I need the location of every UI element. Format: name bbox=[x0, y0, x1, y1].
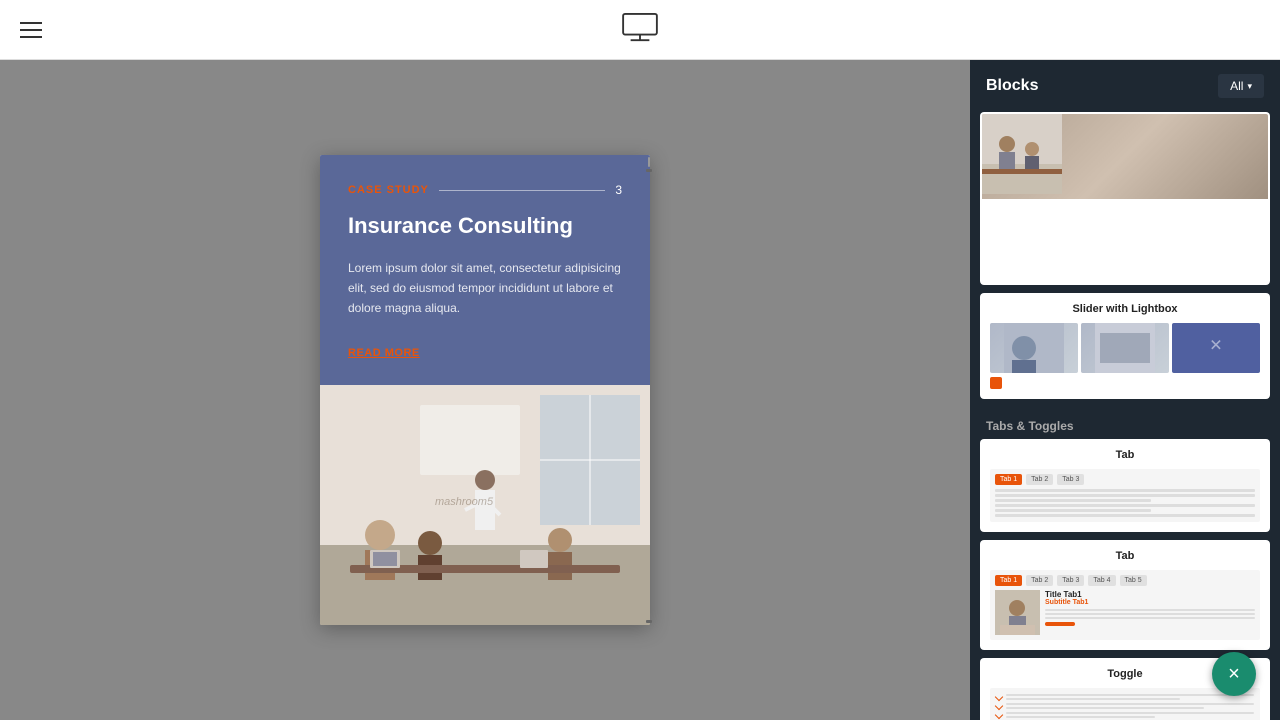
tab2-img bbox=[995, 590, 1040, 635]
people-scene: mashroom5 bbox=[320, 385, 650, 625]
tab1-btn1[interactable]: Tab 1 bbox=[995, 474, 1022, 485]
slider-img-1 bbox=[990, 323, 1078, 373]
tab-line-2 bbox=[995, 494, 1255, 497]
toggle-inner bbox=[990, 688, 1260, 720]
block-card-about-company[interactable]: About Company Lorem ipsum dolor sit amet… bbox=[980, 112, 1270, 285]
toggle-item-3-lines bbox=[1006, 712, 1254, 718]
tab2-btn1[interactable]: Tab 1 bbox=[995, 575, 1022, 586]
monitor-icon bbox=[620, 12, 660, 42]
tab2-item-subtitle: Subtitle Tab1 bbox=[1045, 599, 1255, 606]
block-card-tab1[interactable]: Tab Tab 1 Tab 2 Tab 3 bbox=[980, 439, 1270, 532]
svg-text:✕: ✕ bbox=[1209, 337, 1222, 354]
toggle-item-1-lines bbox=[1006, 694, 1254, 700]
main-layout: CASE STUDY 3 Insurance Consulting Lorem … bbox=[0, 60, 1280, 720]
read-more-link[interactable]: READ MORE bbox=[348, 347, 420, 359]
tab1-title: Tab bbox=[982, 441, 1268, 465]
slider-img-3: ✕ bbox=[1172, 323, 1260, 373]
canvas-area: CASE STUDY 3 Insurance Consulting Lorem … bbox=[0, 60, 970, 720]
tab2-btn5[interactable]: Tab 5 bbox=[1120, 575, 1147, 586]
scene-svg: mashroom5 bbox=[320, 385, 650, 625]
tab1-content bbox=[995, 489, 1255, 517]
slider-dot bbox=[990, 377, 1002, 389]
tab-line-3 bbox=[995, 499, 1151, 502]
tab2-preview: Tab 1 Tab 2 Tab 3 Tab 4 Tab 5 bbox=[982, 566, 1268, 648]
right-panel: Blocks All ▾ bbox=[970, 60, 1280, 720]
about-thumb-svg bbox=[982, 114, 1062, 194]
tab1-inner: Tab 1 Tab 2 Tab 3 bbox=[990, 469, 1260, 522]
block-card-slider[interactable]: Slider with Lightbox bbox=[980, 293, 1270, 399]
toggle-item-2-lines bbox=[1006, 703, 1254, 709]
tab2-btn2[interactable]: Tab 2 bbox=[1026, 575, 1053, 586]
card-body: Lorem ipsum dolor sit amet, consectetur … bbox=[348, 258, 622, 319]
toggle-item-2 bbox=[996, 703, 1254, 709]
tab-line-4 bbox=[995, 504, 1255, 507]
toggle-arrow-icon-2 bbox=[995, 702, 1003, 710]
preview-scrollbar bbox=[646, 155, 652, 625]
toggle-item-3 bbox=[996, 712, 1254, 718]
card-image: mashroom5 bbox=[320, 385, 650, 625]
tab-line-5 bbox=[995, 509, 1151, 512]
block-info-about: About Company Lorem ipsum dolor sit amet… bbox=[1268, 114, 1270, 283]
card-title: Insurance Consulting bbox=[348, 213, 622, 239]
tab-line-1 bbox=[995, 489, 1255, 492]
panel-header: Blocks All ▾ bbox=[970, 60, 1280, 112]
header-logo bbox=[620, 12, 660, 47]
preview-wrapper: CASE STUDY 3 Insurance Consulting Lorem … bbox=[320, 155, 650, 625]
chevron-down-icon: ▾ bbox=[1247, 81, 1252, 92]
tab-line-6 bbox=[995, 514, 1255, 517]
tab2-btn3[interactable]: Tab 3 bbox=[1057, 575, 1084, 586]
filter-label: All bbox=[1230, 79, 1243, 93]
tab1-btn2[interactable]: Tab 2 bbox=[1026, 474, 1053, 485]
panel-title: Blocks bbox=[986, 77, 1038, 95]
panel-content[interactable]: About Company Lorem ipsum dolor sit amet… bbox=[970, 112, 1280, 720]
tab1-nav: Tab 1 Tab 2 Tab 3 bbox=[995, 474, 1255, 485]
toggle-item-1 bbox=[996, 694, 1254, 700]
case-study-number: 3 bbox=[615, 183, 622, 197]
section-label-tabs: Tabs & Toggles bbox=[980, 407, 1270, 439]
slider-img-2 bbox=[1081, 323, 1169, 373]
tab2-btn4[interactable]: Tab 4 bbox=[1088, 575, 1115, 586]
tab2-lines bbox=[1045, 609, 1255, 619]
tab2-content-inner: Title Tab1 Subtitle Tab1 bbox=[995, 590, 1255, 635]
case-study-divider bbox=[439, 190, 605, 191]
slider-preview: ✕ bbox=[982, 319, 1268, 397]
case-study-label: CASE STUDY 3 bbox=[348, 183, 622, 197]
filter-all-button[interactable]: All ▾ bbox=[1218, 74, 1264, 98]
tab2-text: Title Tab1 Subtitle Tab1 bbox=[1045, 590, 1255, 635]
case-study-text: CASE STUDY bbox=[348, 184, 429, 196]
svg-text:mashroom5: mashroom5 bbox=[435, 496, 494, 508]
slider-title: Slider with Lightbox bbox=[982, 295, 1268, 319]
tab2-inner: Tab 1 Tab 2 Tab 3 Tab 4 Tab 5 bbox=[990, 570, 1260, 640]
block-card-tab2[interactable]: Tab Tab 1 Tab 2 Tab 3 Tab 4 Tab 5 bbox=[980, 540, 1270, 650]
tab2-bar bbox=[1045, 622, 1075, 626]
close-fab-button[interactable]: × bbox=[1212, 652, 1256, 696]
hamburger-menu[interactable] bbox=[20, 22, 42, 38]
block-thumbnail-about bbox=[982, 114, 1268, 199]
header bbox=[0, 0, 1280, 60]
tab1-preview: Tab 1 Tab 2 Tab 3 bbox=[982, 465, 1268, 530]
toggle-arrow-icon bbox=[995, 693, 1003, 701]
slider-images: ✕ bbox=[990, 323, 1260, 373]
preview-card: CASE STUDY 3 Insurance Consulting Lorem … bbox=[320, 155, 650, 625]
close-icon: × bbox=[1228, 664, 1240, 684]
tab2-item-title: Title Tab1 bbox=[1045, 590, 1255, 599]
tab2-nav: Tab 1 Tab 2 Tab 3 Tab 4 Tab 5 bbox=[995, 575, 1255, 586]
tab1-btn3[interactable]: Tab 3 bbox=[1057, 474, 1084, 485]
tab2-title: Tab bbox=[982, 542, 1268, 566]
toggle-arrow-icon-3 bbox=[995, 711, 1003, 719]
card-upper: CASE STUDY 3 Insurance Consulting Lorem … bbox=[320, 155, 650, 385]
